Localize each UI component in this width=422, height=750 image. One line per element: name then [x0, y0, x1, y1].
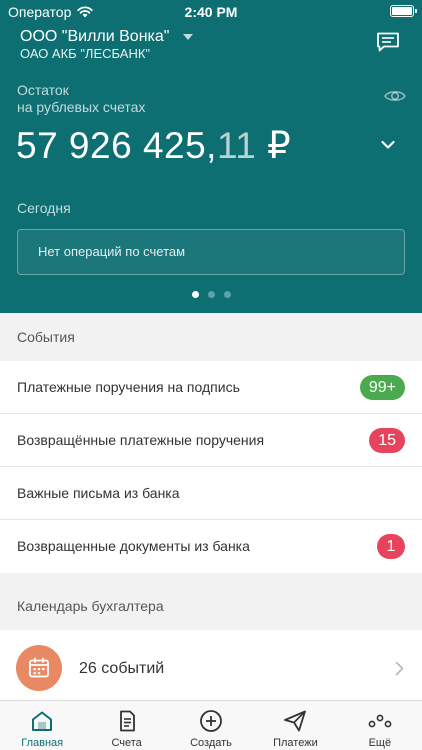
- tab-label: Главная: [21, 737, 64, 749]
- count-badge: 15: [369, 428, 405, 453]
- status-bar: Оператор 2:40 PM: [0, 0, 422, 24]
- tab-accounts[interactable]: Счета: [84, 701, 168, 750]
- clock: 2:40 PM: [184, 4, 238, 20]
- list-item[interactable]: Платежные поручения на подпись 99+: [0, 361, 422, 414]
- events-section-title: События: [0, 313, 422, 361]
- page-dot-active: [191, 291, 199, 298]
- caret-down-icon: [183, 34, 194, 40]
- tab-payments[interactable]: Платежи: [253, 701, 337, 750]
- organization-name: ООО "Вилли Вонка": [20, 28, 170, 45]
- calendar-icon: [29, 657, 49, 678]
- page-indicator[interactable]: [0, 291, 422, 298]
- organization-selector[interactable]: ООО "Вилли Вонка" ОАО АКБ "ЛЕСБАНК": [20, 28, 194, 61]
- events-list: Платежные поручения на подпись 99+ Возвр…: [0, 361, 422, 573]
- tab-label: Ещё: [368, 737, 392, 749]
- calendar-section-title: Календарь бухгалтера: [0, 582, 422, 630]
- calendar-icon-badge: [16, 645, 62, 691]
- today-label: Сегодня: [17, 200, 71, 216]
- chevron-right-icon: [395, 661, 404, 676]
- page-dot: [223, 291, 231, 298]
- more-icon: [368, 714, 392, 728]
- list-item[interactable]: Возвращенные документы из банка 1: [0, 520, 422, 573]
- chat-icon[interactable]: [376, 32, 400, 52]
- tab-label: Счета: [111, 737, 142, 749]
- calendar-events-count: 26 событий: [79, 660, 165, 677]
- tab-create[interactable]: Создать: [169, 701, 253, 750]
- list-item[interactable]: Важные письма из банка: [0, 467, 422, 520]
- bank-name: ОАО АКБ "ЛЕСБАНК": [20, 46, 151, 61]
- home-icon: [32, 711, 53, 731]
- plus-circle-icon: [200, 710, 222, 732]
- list-item[interactable]: Возвращённые платежные поручения 15: [0, 414, 422, 467]
- chevron-down-icon[interactable]: [381, 140, 395, 150]
- tab-home[interactable]: Главная: [0, 701, 84, 750]
- eye-icon[interactable]: [384, 88, 406, 104]
- page-dot: [207, 291, 215, 298]
- count-badge: 99+: [359, 375, 405, 400]
- tab-bar: Главная Счета Создать Платежи Ещё: [0, 700, 422, 750]
- battery-icon: [390, 5, 417, 17]
- tab-label: Платежи: [273, 737, 318, 749]
- send-icon: [284, 710, 307, 732]
- tab-label: Создать: [190, 737, 232, 749]
- balance-amount: 57 926 425,11 ₽: [16, 125, 292, 166]
- balance-label: Остаток на рублевых счетах: [17, 82, 146, 115]
- calendar-events-row[interactable]: 26 событий: [0, 630, 422, 700]
- account-summary-panel: Оператор 2:40 PM ООО "Вилли Вонка" ОАО А…: [0, 0, 422, 313]
- no-operations-message: Нет операций по счетам: [17, 229, 405, 275]
- count-badge: 1: [377, 534, 405, 559]
- tab-more[interactable]: Ещё: [338, 701, 422, 750]
- document-icon: [119, 710, 135, 732]
